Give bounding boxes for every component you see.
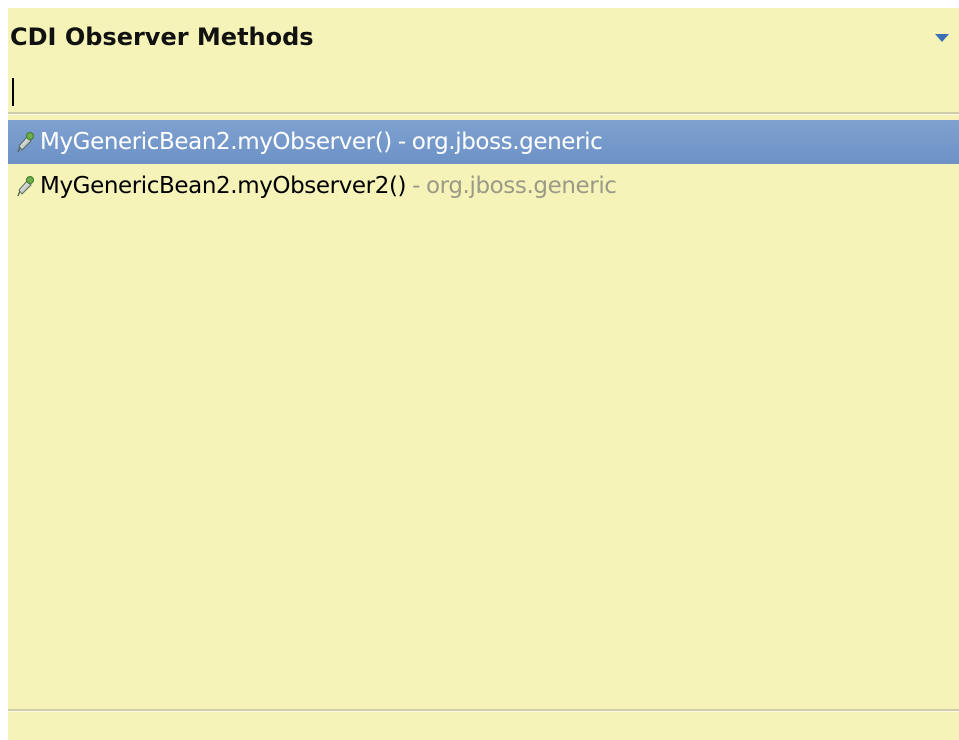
filter-row: [8, 68, 959, 114]
cdi-observer-methods-popup: CDI Observer Methods MyGenericBean2.myOb…: [8, 8, 959, 740]
item-separator: -: [397, 129, 406, 155]
method-icon: [17, 176, 34, 197]
chevron-down-icon[interactable]: [935, 34, 949, 42]
package-name: org.jboss.generic: [426, 173, 617, 199]
observer-method-list: MyGenericBean2.myObserver() - org.jboss.…: [8, 120, 959, 710]
header-divider-highlight: [8, 114, 959, 115]
method-icon: [17, 132, 34, 153]
text-caret: [12, 78, 14, 106]
list-item[interactable]: MyGenericBean2.myObserver2() - org.jboss…: [8, 164, 959, 208]
item-separator: -: [412, 173, 421, 199]
popup-header: CDI Observer Methods: [8, 20, 959, 56]
method-name: MyGenericBean2.myObserver(): [40, 129, 392, 155]
filter-input[interactable]: [10, 68, 950, 108]
package-name: org.jboss.generic: [411, 129, 603, 155]
status-bar: [8, 712, 959, 740]
popup-title: CDI Observer Methods: [10, 23, 314, 51]
method-name: MyGenericBean2.myObserver2(): [40, 173, 407, 199]
list-item[interactable]: MyGenericBean2.myObserver() - org.jboss.…: [8, 120, 959, 164]
